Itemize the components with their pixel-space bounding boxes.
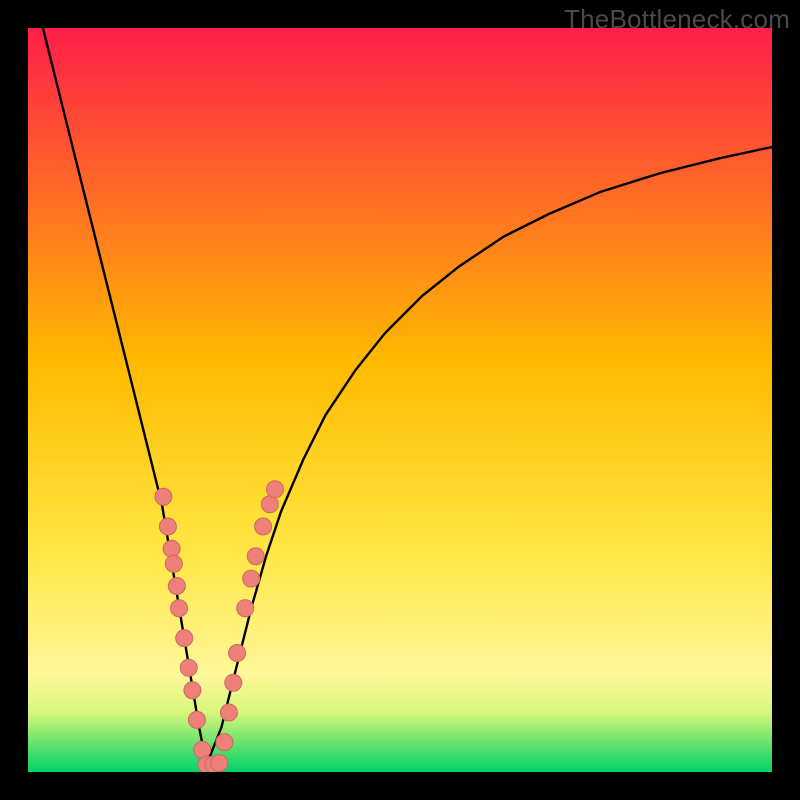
curve-marker-dot [225, 674, 242, 691]
curve-marker-dot [194, 741, 211, 758]
curve-marker-dot [155, 488, 172, 505]
curve-marker-dot [237, 600, 254, 617]
curve-marker-dot [211, 755, 228, 772]
curve-marker-dot [168, 578, 185, 595]
curve-marker-dot [176, 630, 193, 647]
curve-marker-dot [163, 540, 180, 557]
plot-area [28, 28, 772, 772]
plot-svg [28, 28, 772, 772]
curve-marker-dot [159, 518, 176, 535]
curve-marker-dot [216, 734, 233, 751]
curve-marker-dot [220, 704, 237, 721]
curve-marker-dot [184, 682, 201, 699]
curve-marker-dot [229, 645, 246, 662]
curve-marker-dot [247, 548, 264, 565]
curve-marker-dot [188, 711, 205, 728]
watermark-text: TheBottleneck.com [564, 4, 790, 35]
gradient-bg [28, 28, 772, 772]
curve-marker-dot [243, 570, 260, 587]
curve-marker-dot [255, 518, 272, 535]
curve-marker-dot [165, 555, 182, 572]
curve-marker-dot [171, 600, 188, 617]
curve-marker-dot [180, 659, 197, 676]
chart-frame: TheBottleneck.com [0, 0, 800, 800]
curve-marker-dot [267, 481, 284, 498]
